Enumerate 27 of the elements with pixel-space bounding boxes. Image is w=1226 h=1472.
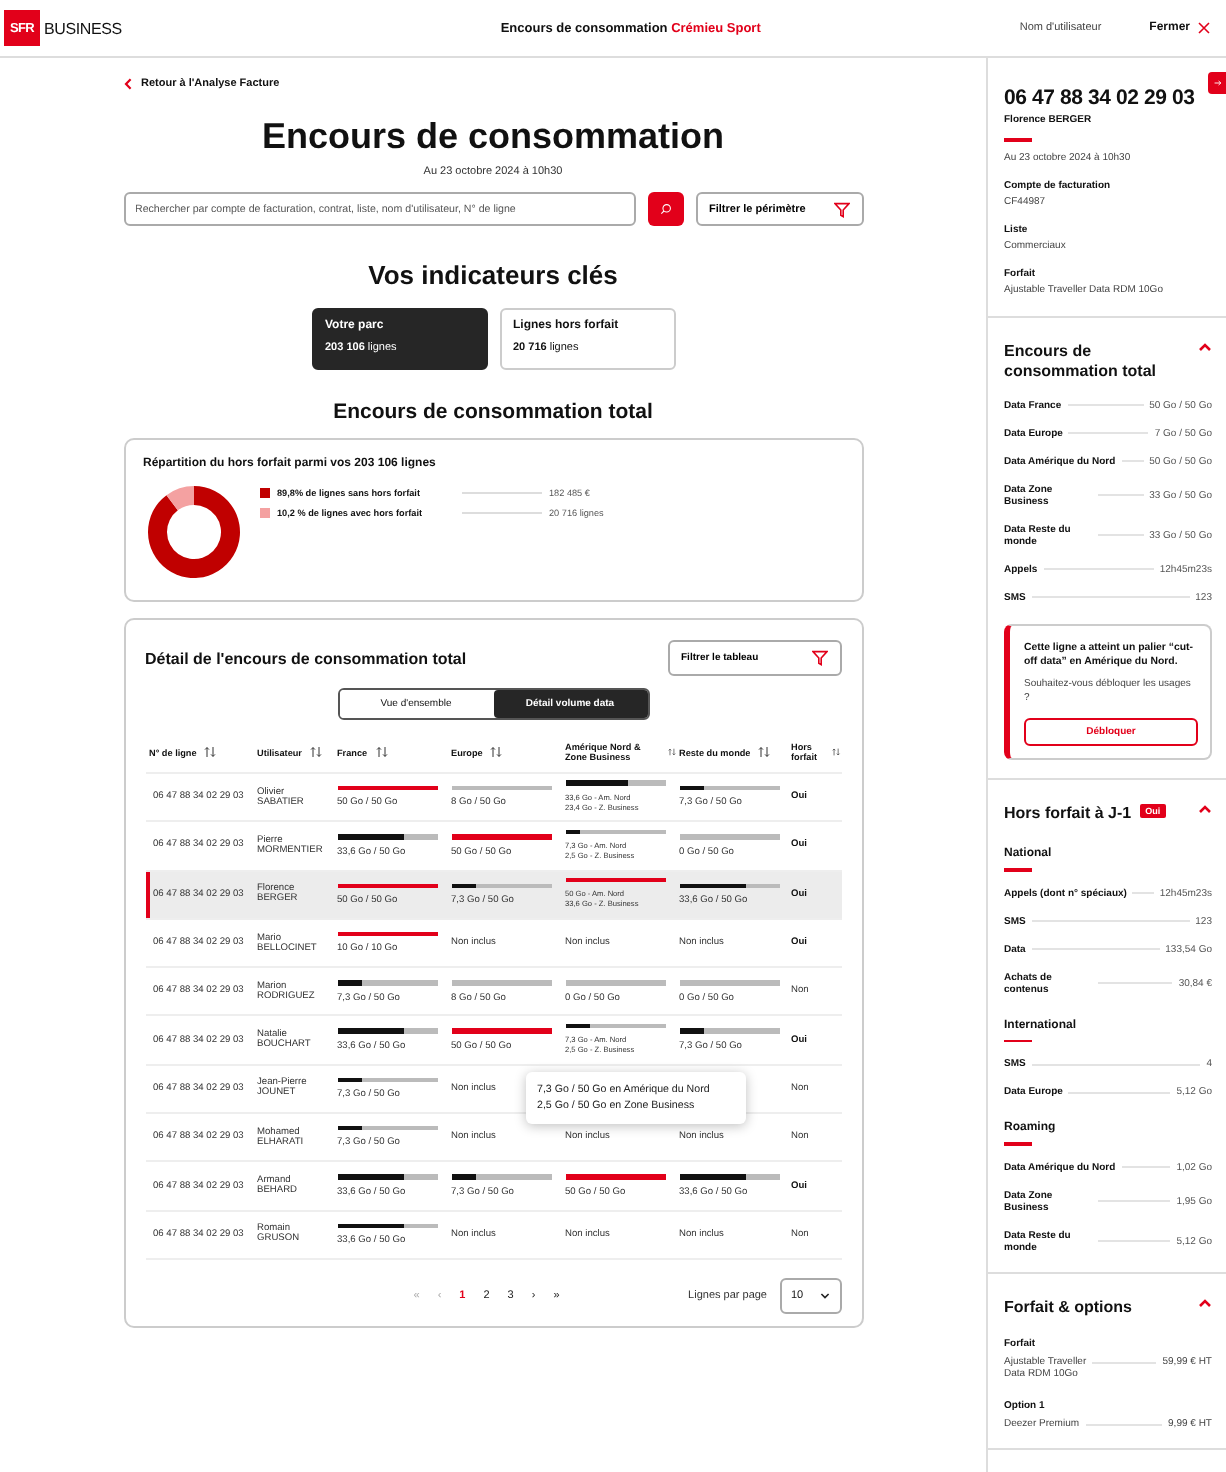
section-title: Encours de consommation total [1004, 342, 1157, 381]
sort-icon[interactable] [832, 746, 841, 758]
search-icon [659, 200, 671, 218]
close-icon [1198, 22, 1210, 34]
section-title: Vos indicateurs clés [366, 260, 620, 290]
page-title: Encours de consommation [259, 116, 727, 158]
section-title: Forfait & options [1004, 1297, 1132, 1316]
sort-icon[interactable] [490, 746, 503, 758]
sort-icon[interactable] [667, 746, 675, 758]
sort-icon[interactable] [309, 746, 322, 758]
filter-icon [833, 201, 849, 217]
caret-up-icon[interactable] [1198, 1297, 1212, 1308]
chevron-left-icon [123, 78, 131, 90]
sort-icon[interactable] [204, 746, 217, 758]
caret-up-icon[interactable] [1198, 803, 1212, 814]
brand-name: BUSINESS [44, 19, 122, 37]
table-title: Détail de l'encours de consommation total [145, 649, 467, 667]
search-button[interactable] [647, 192, 683, 226]
arrow-right-icon [1214, 78, 1222, 88]
section-title: Encours de consommation total [331, 400, 655, 424]
phone-number: 06 47 88 34 02 29 03 [1004, 86, 1197, 110]
filter-icon [811, 650, 827, 666]
sort-icon[interactable] [758, 746, 771, 758]
caret-up-icon[interactable] [1198, 342, 1212, 352]
chevron-down-icon [819, 1291, 829, 1300]
section-title: Hors forfait à J-1 [1004, 803, 1132, 822]
sort-icon[interactable] [375, 746, 388, 758]
